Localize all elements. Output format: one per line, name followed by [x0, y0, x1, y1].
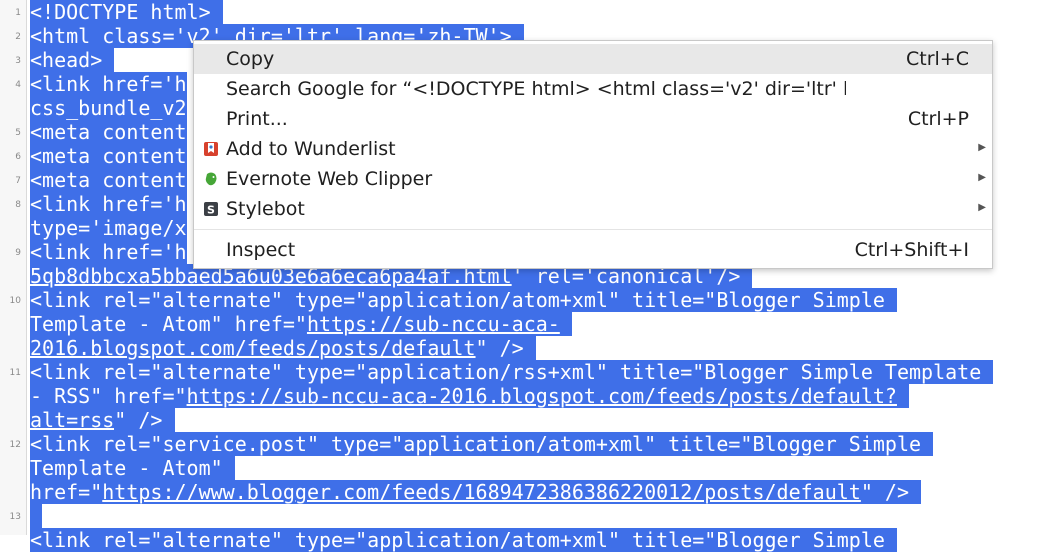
menu-item-stylebot[interactable]: S Stylebot ▶ — [194, 194, 992, 224]
line-number: 8 — [15, 200, 21, 210]
code-line: Template - Atom" — [30, 456, 1040, 480]
code-text: <link rel="alternate" type="application/… — [30, 288, 897, 312]
menu-item-label: Print... — [226, 108, 288, 130]
submenu-arrow-icon: ▶ — [978, 172, 986, 183]
menu-item-label: Search Google for “<!DOCTYPE html> <html… — [226, 78, 846, 100]
code-text: " /> — [475, 336, 536, 360]
code-line: <link rel="service.post" type="applicati… — [30, 432, 1040, 456]
line-number: 2 — [15, 32, 21, 42]
menu-item-evernote-web-clipper[interactable]: Evernote Web Clipper ▶ — [194, 164, 992, 194]
code-text — [559, 312, 572, 336]
code-line: <link rel="alternate" type="application/… — [30, 288, 1040, 312]
menu-item-search-google[interactable]: Search Google for “<!DOCTYPE html> <html… — [194, 74, 992, 104]
line-number: 6 — [15, 152, 21, 162]
line-number: 7 — [15, 176, 21, 186]
code-text: " /> — [114, 408, 175, 432]
code-line: alt=rss" /> — [30, 408, 1040, 432]
menu-item-shortcut: Ctrl+Shift+I — [854, 239, 969, 261]
line-number: 1 — [15, 8, 21, 18]
line-number: 3 — [15, 56, 21, 66]
line-number: 4 — [15, 80, 21, 90]
menu-item-label: Stylebot — [226, 198, 305, 220]
code-text: " /> — [860, 480, 922, 504]
code-line: <!DOCTYPE html> — [30, 0, 1040, 24]
stylebot-icon: S — [204, 202, 218, 217]
code-text — [30, 504, 43, 528]
code-line: href="https://www.blogger.com/feeds/1689… — [30, 480, 1040, 504]
code-text: href=" — [30, 480, 103, 504]
menu-separator — [194, 229, 992, 230]
line-number: 10 — [9, 296, 21, 306]
svg-text:S: S — [207, 204, 215, 217]
code-text: css_bundle_v2 — [30, 96, 187, 120]
code-text: Template - Atom" href=" — [30, 312, 307, 336]
code-text: <head> — [30, 48, 115, 72]
line-number: 13 — [9, 512, 21, 522]
code-line: <link rel="alternate" type="application/… — [30, 528, 1040, 552]
wunderlist-icon — [204, 142, 218, 156]
code-text: <link href='h — [30, 240, 187, 264]
code-text: Template - Atom" — [30, 456, 235, 480]
code-link[interactable]: https://sub-nccu-aca- — [306, 312, 560, 336]
code-link[interactable]: alt=rss — [30, 408, 115, 432]
menu-item-label: Evernote Web Clipper — [226, 168, 433, 190]
code-text: type='image/x — [30, 216, 187, 240]
line-number: 5 — [15, 128, 21, 138]
line-number: 9 — [15, 248, 21, 258]
code-link[interactable]: https://www.blogger.com/feeds/1689472386… — [102, 480, 861, 504]
context-menu: Copy Ctrl+C Search Google for “<!DOCTYPE… — [193, 40, 993, 269]
code-text: <link href='h — [30, 72, 187, 96]
menu-item-copy[interactable]: Copy Ctrl+C — [194, 44, 992, 74]
code-link[interactable]: https://sub-nccu-aca-2016.blogspot.com/f… — [186, 384, 897, 408]
menu-item-add-to-wunderlist[interactable]: Add to Wunderlist ▶ — [194, 134, 992, 164]
line-number-gutter: 1 2 3 4 5 6 7 8 9 10 11 12 13 — [0, 0, 27, 535]
code-line: 2016.blogspot.com/feeds/posts/default" /… — [30, 336, 1040, 360]
code-line: <link rel="alternate" type="application/… — [30, 360, 1040, 384]
submenu-arrow-icon: ▶ — [978, 202, 986, 213]
code-text: - RSS" href=" — [30, 384, 187, 408]
code-text: <link rel="service.post" type="applicati… — [30, 432, 934, 456]
menu-item-shortcut: Ctrl+C — [906, 48, 969, 70]
menu-item-shortcut: Ctrl+P — [907, 108, 969, 130]
code-link[interactable]: 2016.blogspot.com/feeds/posts/default — [30, 336, 476, 360]
code-text: <link rel="alternate" type="application/… — [30, 360, 994, 384]
code-text: <link rel="alternate" type="application/… — [30, 528, 897, 552]
submenu-arrow-icon: ▶ — [978, 142, 986, 153]
code-text: <meta content — [30, 168, 187, 192]
code-line — [30, 504, 1040, 528]
line-number: 12 — [9, 440, 21, 450]
code-text: <!DOCTYPE html> — [30, 0, 223, 24]
menu-item-print[interactable]: Print... Ctrl+P — [194, 104, 992, 134]
menu-item-label: Copy — [226, 48, 275, 70]
menu-item-label: Inspect — [226, 239, 296, 261]
menu-item-inspect[interactable]: Inspect Ctrl+Shift+I — [194, 235, 992, 265]
code-text: <meta content — [30, 120, 187, 144]
line-number: 11 — [9, 368, 21, 378]
code-text: <meta content — [30, 144, 187, 168]
code-text — [896, 384, 910, 408]
code-line: Template - Atom" href="https://sub-nccu-… — [30, 312, 1040, 336]
evernote-icon — [205, 172, 217, 186]
code-line: - RSS" href="https://sub-nccu-aca-2016.b… — [30, 384, 1040, 408]
code-text: <link href='h — [30, 192, 187, 216]
menu-item-label: Add to Wunderlist — [226, 138, 396, 160]
